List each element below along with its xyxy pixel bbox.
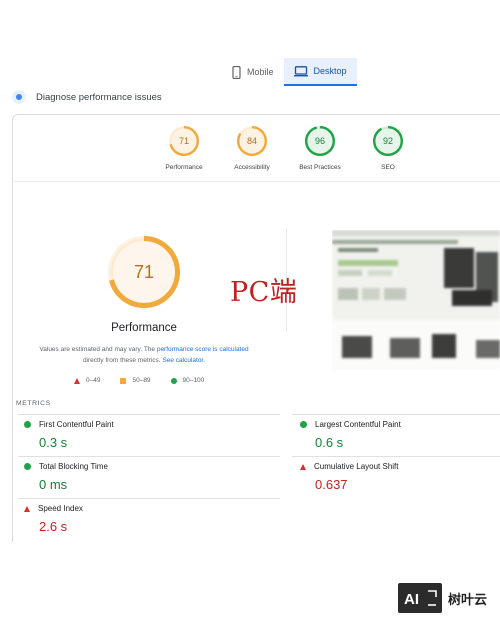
gauge-best-practices[interactable]: 96 Best Practices xyxy=(286,126,354,171)
fail-triangle-icon xyxy=(300,463,306,470)
tab-mobile-label: Mobile xyxy=(247,67,274,77)
gauge-performance[interactable]: 71 Performance xyxy=(150,126,218,171)
metric-value: 0.3 s xyxy=(39,435,68,450)
legend-fail: 0–49 xyxy=(74,377,100,384)
metric-value: 0 ms xyxy=(39,477,68,492)
divider xyxy=(292,456,500,457)
pass-circle-icon xyxy=(300,421,307,428)
divider xyxy=(18,414,280,415)
metric-name: Speed Index xyxy=(38,504,83,513)
metric-name: Largest Contentful Paint xyxy=(315,420,401,429)
divider xyxy=(292,414,500,415)
divider xyxy=(18,456,280,457)
performance-score: 71 xyxy=(133,262,155,282)
legend-range: 50–89 xyxy=(132,377,151,384)
metric-total-blocking-time[interactable]: Total Blocking Time 0 ms xyxy=(24,462,274,492)
gauge-label: Performance xyxy=(165,164,203,171)
watermark-logo: AI xyxy=(398,583,442,613)
page: Mobile Desktop Diagnose performance issu… xyxy=(0,0,500,630)
triangle-icon xyxy=(74,377,80,384)
square-icon xyxy=(120,377,127,384)
gauge-score: 96 xyxy=(314,136,325,146)
gauge-score: 84 xyxy=(246,136,257,146)
metric-value: 2.6 s xyxy=(39,519,68,534)
score-legend: 0–49 50–89 90–100 xyxy=(74,377,224,384)
score-calculation-link[interactable]: performance score is calculated xyxy=(157,346,249,353)
desktop-monitor-icon xyxy=(293,65,308,77)
gauge-label: SEO xyxy=(381,164,395,171)
diagnose-header: Diagnose performance issues xyxy=(12,90,162,104)
metric-first-contentful-paint[interactable]: First Contentful Paint 0.3 s xyxy=(24,420,274,450)
page-screenshot-thumbnail[interactable] xyxy=(332,230,500,370)
metric-name: Cumulative Layout Shift xyxy=(314,462,399,471)
mobile-phone-icon xyxy=(232,65,241,79)
metric-speed-index[interactable]: Speed Index 2.6 s xyxy=(24,504,274,534)
circle-icon xyxy=(170,377,177,384)
pc-annotation: PC端 xyxy=(230,277,298,308)
metric-value: 0.6 s xyxy=(315,435,344,450)
tab-desktop-label: Desktop xyxy=(313,66,347,76)
gauge-seo[interactable]: 92 SEO xyxy=(354,126,422,171)
watermark-logo-text: AI xyxy=(404,591,419,608)
diagnose-status-icon xyxy=(12,90,26,104)
metric-name: First Contentful Paint xyxy=(39,420,114,429)
metrics-heading: METRICS xyxy=(16,400,51,407)
metric-largest-contentful-paint[interactable]: Largest Contentful Paint 0.6 s xyxy=(300,420,500,450)
metric-cumulative-layout-shift[interactable]: Cumulative Layout Shift 0.637 xyxy=(300,462,500,492)
watermark: AI 树叶云 xyxy=(398,583,487,613)
note-text: directly from these metrics. xyxy=(82,357,163,364)
pass-circle-icon xyxy=(24,421,31,428)
gauge-score: 92 xyxy=(382,136,393,146)
gauge-score: 71 xyxy=(178,136,189,146)
diagnose-title: Diagnose performance issues xyxy=(36,91,162,103)
metric-value: 0.637 xyxy=(315,477,348,492)
tab-mobile[interactable]: Mobile xyxy=(222,58,284,86)
metric-name: Total Blocking Time xyxy=(39,462,108,471)
device-tabs: Mobile Desktop xyxy=(222,58,357,86)
performance-note: Values are estimated and may vary. The p… xyxy=(30,344,258,366)
divider xyxy=(18,498,280,499)
category-gauges: 71 Performance 84 Accessibility 96 Best … xyxy=(150,126,422,171)
legend-average: 50–89 xyxy=(120,377,151,384)
performance-title: Performance xyxy=(111,322,177,334)
gauge-label: Accessibility xyxy=(234,164,270,171)
legend-range: 0–49 xyxy=(86,377,101,384)
pass-circle-icon xyxy=(24,463,31,470)
tab-desktop[interactable]: Desktop xyxy=(283,58,357,86)
note-text: . xyxy=(203,357,206,364)
see-calculator-link[interactable]: See calculator xyxy=(162,357,203,364)
note-text: Values are estimated and may vary. The xyxy=(39,346,157,353)
divider xyxy=(13,181,500,182)
legend-pass: 90–100 xyxy=(170,377,205,384)
gauge-label: Best Practices xyxy=(299,164,341,171)
fail-triangle-icon xyxy=(24,505,30,512)
watermark-text: 树叶云 xyxy=(448,591,488,607)
legend-range: 90–100 xyxy=(182,377,205,384)
gauge-accessibility[interactable]: 84 Accessibility xyxy=(218,126,286,171)
